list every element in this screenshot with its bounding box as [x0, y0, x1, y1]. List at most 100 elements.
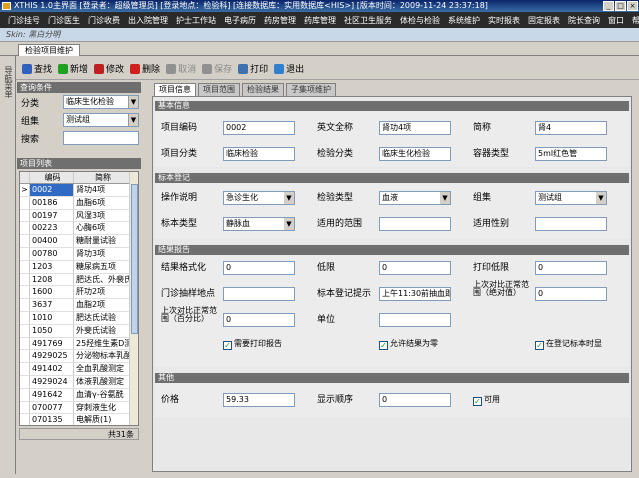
- cell-abbr: 肥达氏、外裴氏: [76, 274, 130, 284]
- reg-hint-field[interactable]: 上午11:30前抽血即: [379, 287, 451, 301]
- table-row[interactable]: 00400 糖耐量试验: [20, 235, 138, 248]
- table-row[interactable]: 4929024 体液乳酸测定: [20, 375, 138, 389]
- table-row[interactable]: 1050 外斐氏试验: [20, 324, 138, 338]
- row-indicator: [20, 350, 30, 363]
- item-category-select[interactable]: 临床检验: [223, 147, 295, 161]
- low-limit-field[interactable]: 0: [379, 261, 451, 275]
- table-row[interactable]: >0002 肾功4项: [20, 184, 138, 197]
- table-row[interactable]: 1208 肥达氏、外裴氏: [20, 273, 138, 287]
- table-row[interactable]: 1600 肝功2项: [20, 286, 138, 300]
- menu-item[interactable]: 出入院管理: [124, 15, 172, 26]
- minimize-button[interactable]: _: [603, 1, 614, 11]
- table-row[interactable]: 491642 血清γ-谷氨酰: [20, 388, 138, 402]
- tab-0[interactable]: 项目信息: [154, 83, 196, 96]
- sample-type-select[interactable]: 静脉血 ▼: [223, 217, 295, 231]
- menu-bar: 门诊挂号 门诊医生 门诊收费 出入院管理 护士工作站 电子病历 药房管理 药库管理 社区卫生服务…: [0, 12, 639, 28]
- table-row[interactable]: 00780 肾功3项: [20, 247, 138, 261]
- need-print-checkbox[interactable]: ✓ 需要打印报告: [223, 339, 282, 350]
- unit-field[interactable]: [379, 313, 451, 327]
- operation-select[interactable]: 急诊生化 ▼: [223, 191, 295, 205]
- chevron-down-icon[interactable]: ▼: [128, 114, 138, 126]
- menu-item[interactable]: 帮助: [628, 15, 639, 26]
- english-name-field[interactable]: 肾功4项: [379, 121, 451, 135]
- show-at-registration-checkbox[interactable]: ✓ 在登记标本时显: [535, 339, 602, 350]
- search-input[interactable]: [63, 131, 139, 145]
- menu-item[interactable]: 门诊收费: [84, 15, 124, 26]
- scope-field[interactable]: [379, 217, 451, 231]
- category-select[interactable]: 临床生化检验 ▼: [63, 95, 139, 109]
- table-row[interactable]: 1010 肥达氏试验: [20, 311, 138, 325]
- specimen-group-select[interactable]: 测试组 ▼: [535, 191, 607, 205]
- chevron-down-icon[interactable]: ▼: [284, 192, 294, 204]
- table-row[interactable]: 491402 全血乳酸测定: [20, 363, 138, 376]
- list-scrollbar[interactable]: [129, 172, 138, 425]
- gender-field[interactable]: [535, 217, 607, 231]
- cell-abbr: 肥达氏试验: [76, 312, 116, 322]
- menu-item[interactable]: 院长查询: [564, 15, 604, 26]
- menu-item[interactable]: 社区卫生服务: [340, 15, 396, 26]
- menu-item[interactable]: 固定报表: [524, 15, 564, 26]
- group-row: 组集 测试组 ▼: [17, 111, 141, 129]
- menu-item[interactable]: 体检与检验: [396, 15, 444, 26]
- edit-button[interactable]: 修改: [94, 62, 124, 75]
- delete-icon: [130, 63, 141, 74]
- table-row[interactable]: 49176925羟维生素D测定: [20, 337, 138, 351]
- chevron-down-icon[interactable]: ▼: [596, 192, 606, 204]
- print-low-limit-field[interactable]: 0: [535, 261, 607, 275]
- available-checkbox[interactable]: ✓ 可用: [473, 395, 500, 406]
- abs-compare-field[interactable]: 0: [535, 287, 607, 301]
- menu-item[interactable]: 电子病历: [220, 15, 260, 26]
- abbr-field[interactable]: 肾4: [535, 121, 607, 135]
- item-code-field[interactable]: 0002: [223, 121, 295, 135]
- table-row[interactable]: 00186 血脂6项: [20, 196, 138, 210]
- close-button[interactable]: ×: [627, 1, 638, 11]
- print-button[interactable]: 打印: [238, 62, 268, 75]
- outpatient-site-field[interactable]: [223, 287, 295, 301]
- navigation-strip[interactable]: 导航菜单: [0, 56, 16, 478]
- cancel-button[interactable]: 取消: [166, 62, 196, 75]
- save-button[interactable]: 保存: [202, 62, 232, 75]
- search-button[interactable]: 查找: [22, 62, 52, 75]
- menu-item[interactable]: 门诊医生: [44, 15, 84, 26]
- test-category-select[interactable]: 临床生化检验: [379, 147, 451, 161]
- test-type-select[interactable]: 血液 ▼: [379, 191, 451, 205]
- group-select[interactable]: 测试组 ▼: [63, 113, 139, 127]
- pct-compare-field[interactable]: 0: [223, 313, 295, 327]
- tab-2[interactable]: 检验结果: [242, 83, 284, 96]
- delete-button[interactable]: 删除: [130, 62, 160, 75]
- display-order-field[interactable]: 0: [379, 393, 451, 407]
- table-row[interactable]: 4929025 分泌物标本乳酸: [20, 350, 138, 364]
- menu-item[interactable]: 门诊挂号: [4, 15, 44, 26]
- container-type-select[interactable]: 5ml红色管: [535, 147, 607, 161]
- menu-item[interactable]: 系统维护: [444, 15, 484, 26]
- tab-3[interactable]: 子集项维护: [286, 83, 336, 96]
- add-button[interactable]: 新增: [58, 62, 88, 75]
- allow-zero-checkbox[interactable]: ✓ 允许结果为零: [379, 339, 438, 350]
- menu-item[interactable]: 窗口: [604, 15, 628, 26]
- table-row[interactable]: 3637 血脂2项: [20, 299, 138, 312]
- chevron-down-icon[interactable]: ▼: [284, 218, 294, 230]
- maximize-button[interactable]: □: [615, 1, 626, 11]
- tab-1[interactable]: 项目范围: [198, 83, 240, 96]
- chevron-down-icon[interactable]: ▼: [440, 192, 450, 204]
- document-tab[interactable]: 检验项目维护: [18, 44, 80, 56]
- menu-item[interactable]: 实时报表: [484, 15, 524, 26]
- price-field[interactable]: 59.33: [223, 393, 295, 407]
- table-row[interactable]: 070077 穿刺液生化: [20, 401, 138, 415]
- scrollbar-thumb[interactable]: [131, 184, 138, 334]
- format-field[interactable]: 0: [223, 261, 295, 275]
- table-row[interactable]: 1203 糖尿病五项: [20, 260, 138, 274]
- menu-item[interactable]: 药库管理: [300, 15, 340, 26]
- table-row[interactable]: 070135 电解质(1): [20, 414, 138, 425]
- table-row[interactable]: 00223 心酶6项: [20, 222, 138, 236]
- chevron-down-icon[interactable]: ▼: [128, 96, 138, 108]
- column-abbr[interactable]: 简称: [74, 172, 130, 183]
- menu-item[interactable]: 药房管理: [260, 15, 300, 26]
- column-code[interactable]: 编码: [30, 172, 74, 183]
- cell-abbr: 肾功3项: [76, 248, 106, 258]
- exit-button[interactable]: 退出: [274, 62, 304, 75]
- table-row[interactable]: 00197 风湿3项: [20, 209, 138, 223]
- reg-hint-label: 标本登记提示: [317, 289, 372, 299]
- cell-code: 3637: [30, 299, 74, 311]
- menu-item[interactable]: 护士工作站: [172, 15, 220, 26]
